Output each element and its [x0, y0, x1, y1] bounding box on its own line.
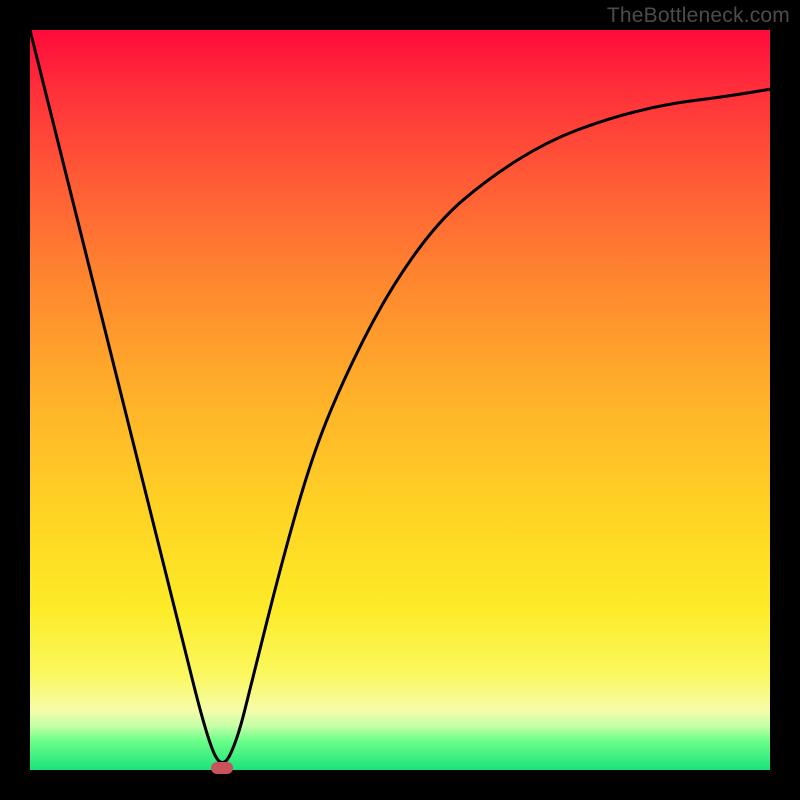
optimum-marker [211, 762, 233, 774]
plot-area [30, 30, 770, 770]
watermark-text: TheBottleneck.com [607, 4, 790, 28]
curve-path [30, 30, 770, 763]
bottleneck-curve [30, 30, 770, 770]
